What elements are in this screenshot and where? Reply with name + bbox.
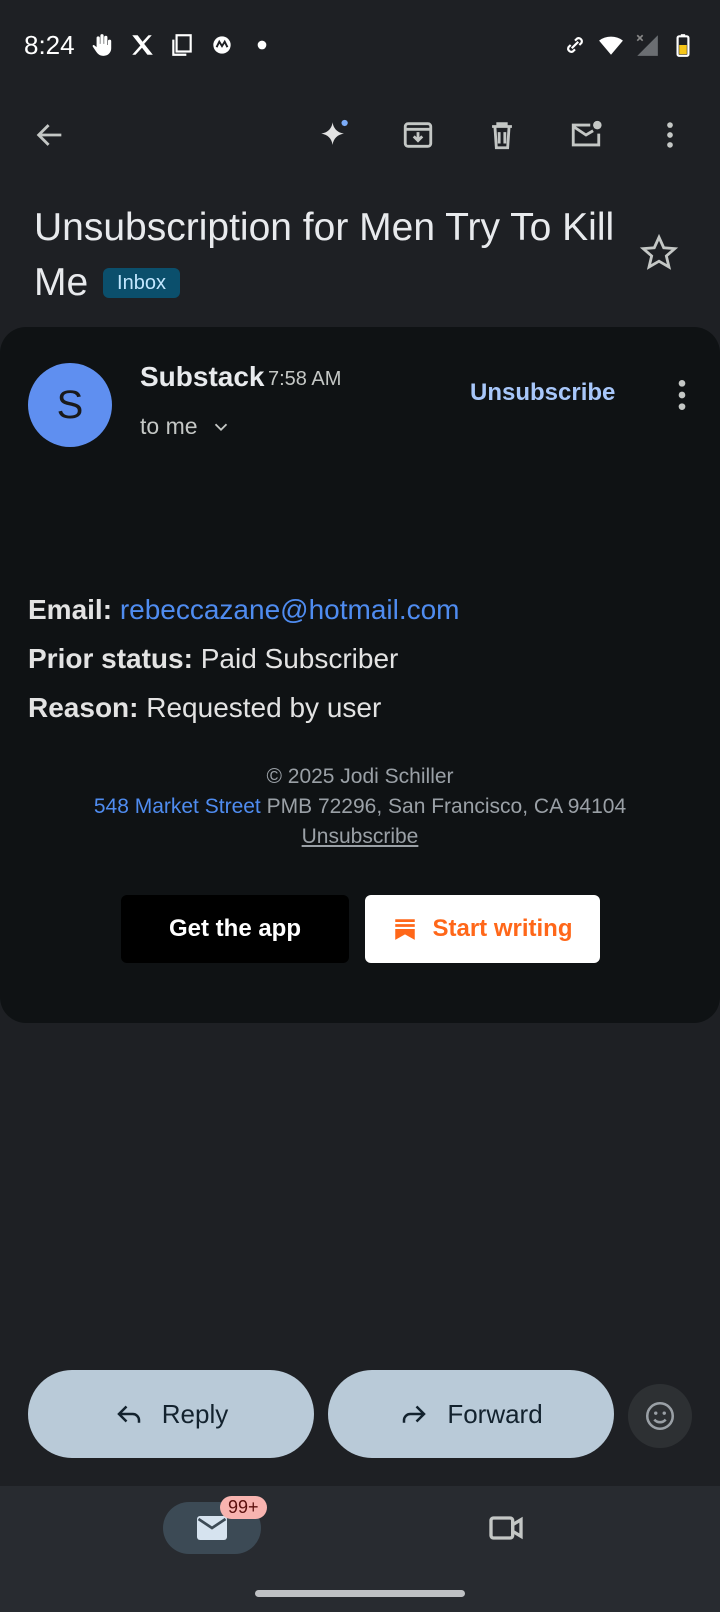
forward-label: Forward	[447, 1398, 543, 1429]
message-body: Email: rebeccazane@hotmail.com Prior sta…	[28, 585, 460, 732]
email-toolbar	[0, 95, 720, 175]
message-time: 7:58 AM	[268, 368, 342, 390]
reply-label: Reply	[161, 1398, 229, 1429]
nav-meet-tab[interactable]	[486, 1508, 526, 1548]
message-more-icon[interactable]	[662, 375, 702, 415]
reply-actions: Reply Forward	[28, 1370, 692, 1458]
copy-icon	[169, 32, 195, 58]
address-line: 548 Market Street PMB 72296, San Francis…	[93, 795, 627, 818]
more-vert-icon[interactable]	[638, 103, 702, 167]
recipient-label: to me	[140, 413, 198, 439]
email-subject: Unsubscription for Men Try To Kill Me In…	[34, 200, 654, 310]
start-writing-button[interactable]: Start writing	[365, 895, 600, 963]
start-writing-label: Start writing	[432, 915, 573, 942]
home-indicator[interactable]	[255, 1590, 465, 1597]
chevron-down-icon	[214, 423, 227, 431]
emoji-react-button[interactable]	[628, 1384, 692, 1448]
email-footer: © 2025 Jodi Schiller 548 Market Street P…	[0, 762, 720, 852]
address-link[interactable]: 548 Market Street	[94, 795, 261, 818]
get-the-app-button[interactable]: Get the app	[121, 895, 349, 963]
unsubscribe-button[interactable]: Unsubscribe	[470, 379, 615, 407]
x-icon	[129, 32, 155, 58]
star-icon[interactable]	[638, 232, 680, 274]
substack-logo-icon	[395, 919, 416, 940]
battery-icon	[670, 32, 696, 58]
message-card: S Substack 7:58 AM to me Unsubscribe Ema…	[0, 327, 720, 1023]
bottom-navigation: 99+	[0, 1486, 720, 1612]
inbox-label-badge[interactable]: Inbox	[103, 268, 180, 298]
link-icon	[562, 32, 588, 58]
sender-name: Substack	[140, 361, 265, 392]
archive-icon[interactable]	[386, 103, 450, 167]
status-row: Prior status: Paid Subscriber	[28, 643, 399, 674]
copyright-text: © 2025 Jodi Schiller	[266, 765, 454, 788]
signal-icon	[634, 32, 660, 58]
email-link[interactable]: rebeccazane@hotmail.com	[120, 594, 460, 625]
avatar[interactable]: S	[28, 363, 112, 447]
recipient-toggle[interactable]: to me	[140, 413, 232, 440]
reason-row: Reason: Requested by user	[28, 692, 382, 723]
reply-icon	[116, 1405, 140, 1423]
forward-icon	[403, 1405, 427, 1423]
dot-icon	[249, 32, 275, 58]
mark-unread-icon[interactable]	[554, 103, 618, 167]
back-arrow-icon[interactable]	[18, 103, 82, 167]
forward-button[interactable]: Forward	[328, 1370, 614, 1458]
status-time: 8:24	[24, 29, 75, 60]
smiley-icon	[645, 1401, 675, 1431]
gemini-sparkle-icon[interactable]	[302, 103, 366, 167]
email-row: Email: rebeccazane@hotmail.com	[28, 594, 460, 625]
footer-unsubscribe-link[interactable]: Unsubscribe	[302, 825, 419, 848]
motorola-icon	[209, 32, 235, 58]
delete-icon[interactable]	[470, 103, 534, 167]
status-bar: 8:24	[0, 0, 720, 90]
unread-count-badge: 99+	[220, 1496, 267, 1519]
video-camera-icon	[489, 1516, 523, 1540]
wifi-icon	[598, 32, 624, 58]
hand-icon	[89, 32, 115, 58]
reply-button[interactable]: Reply	[28, 1370, 314, 1458]
